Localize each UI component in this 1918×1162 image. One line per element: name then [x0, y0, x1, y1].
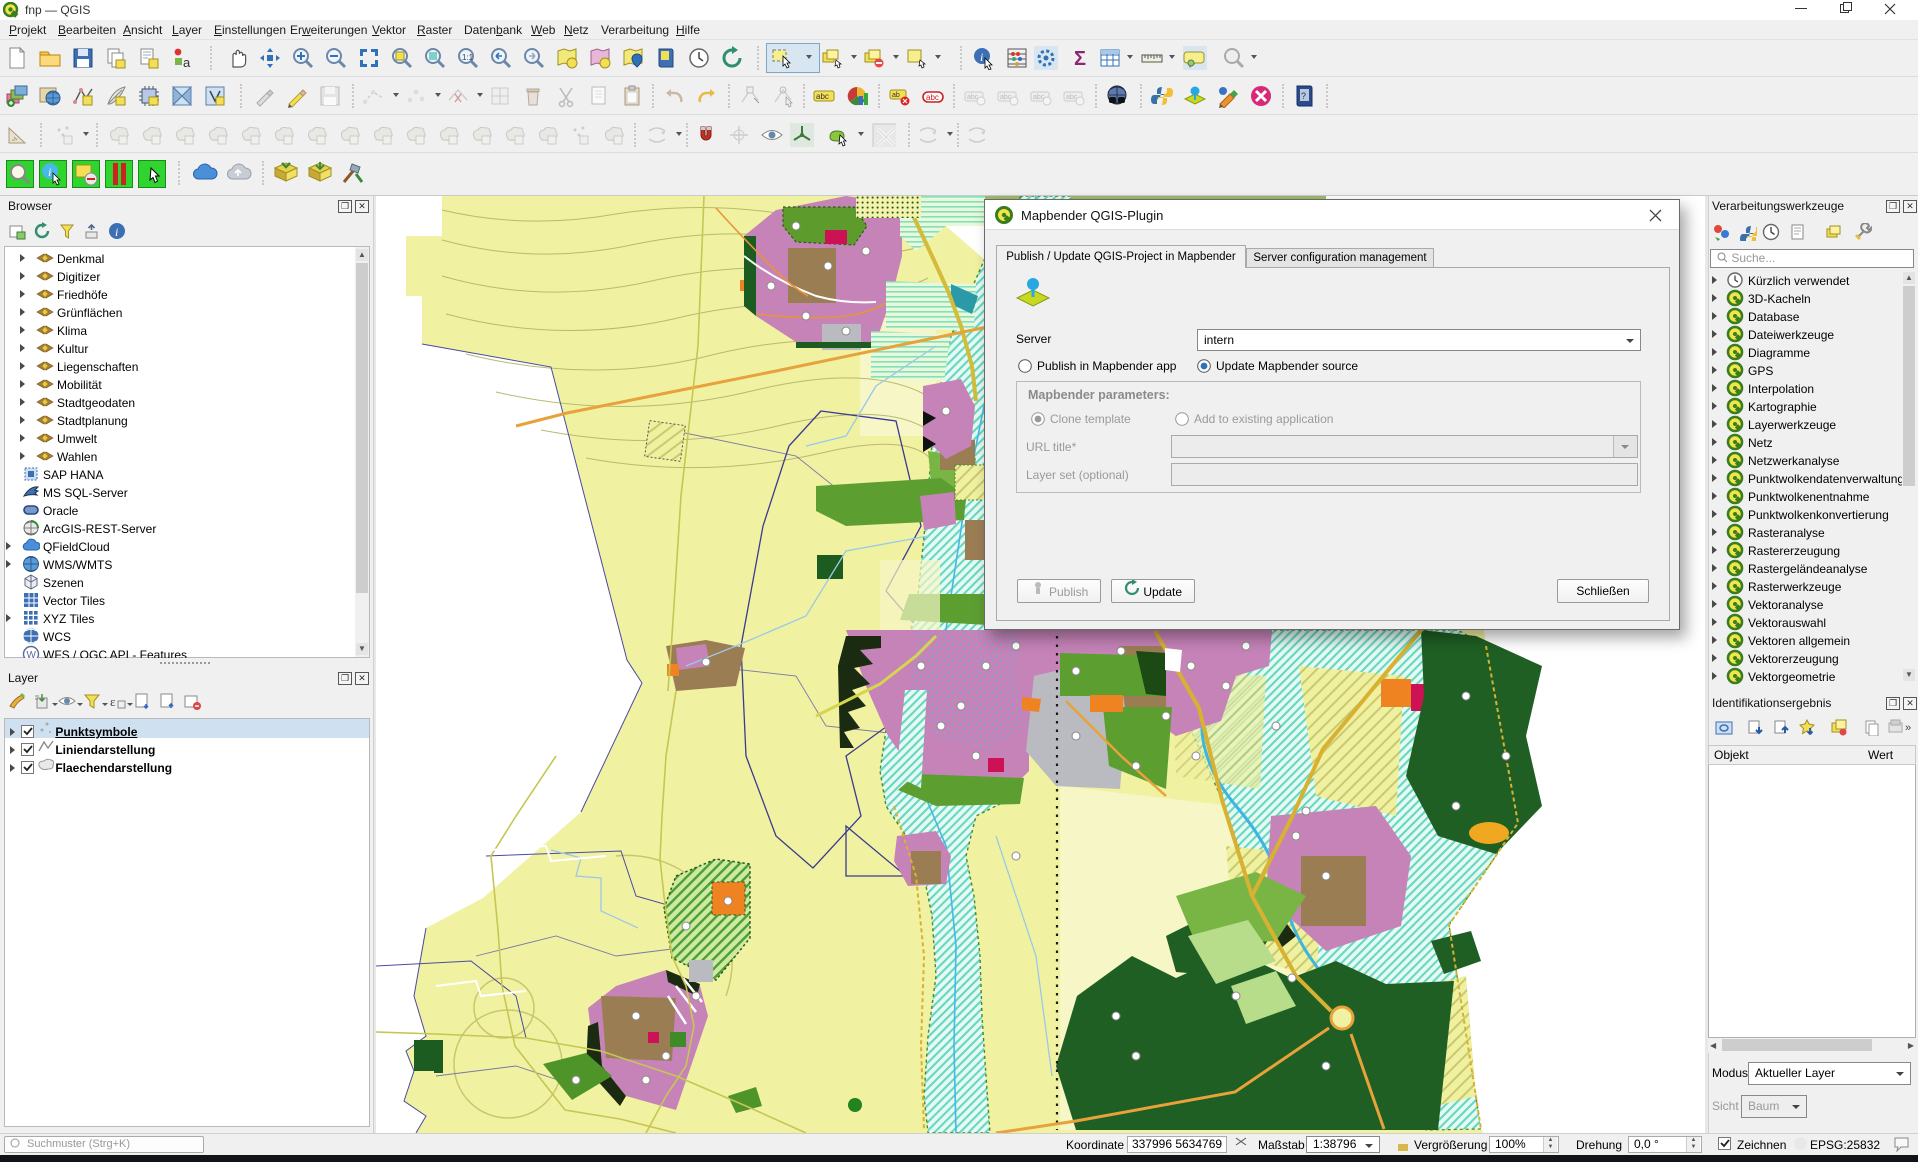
svg-text:abc: abc: [816, 92, 829, 101]
svg-text:?: ?: [1301, 91, 1306, 101]
svg-text:i: i: [48, 165, 51, 179]
svg-text:i: i: [980, 50, 983, 64]
svg-text:abc: abc: [926, 93, 939, 102]
svg-text:1:1: 1:1: [462, 53, 474, 62]
svg-text:i: i: [115, 225, 118, 239]
svg-text:ε: ε: [110, 694, 116, 709]
svg-text:ab: ab: [892, 92, 900, 99]
svg-text:a: a: [183, 55, 191, 70]
svg-text:Σ: Σ: [1074, 48, 1086, 70]
